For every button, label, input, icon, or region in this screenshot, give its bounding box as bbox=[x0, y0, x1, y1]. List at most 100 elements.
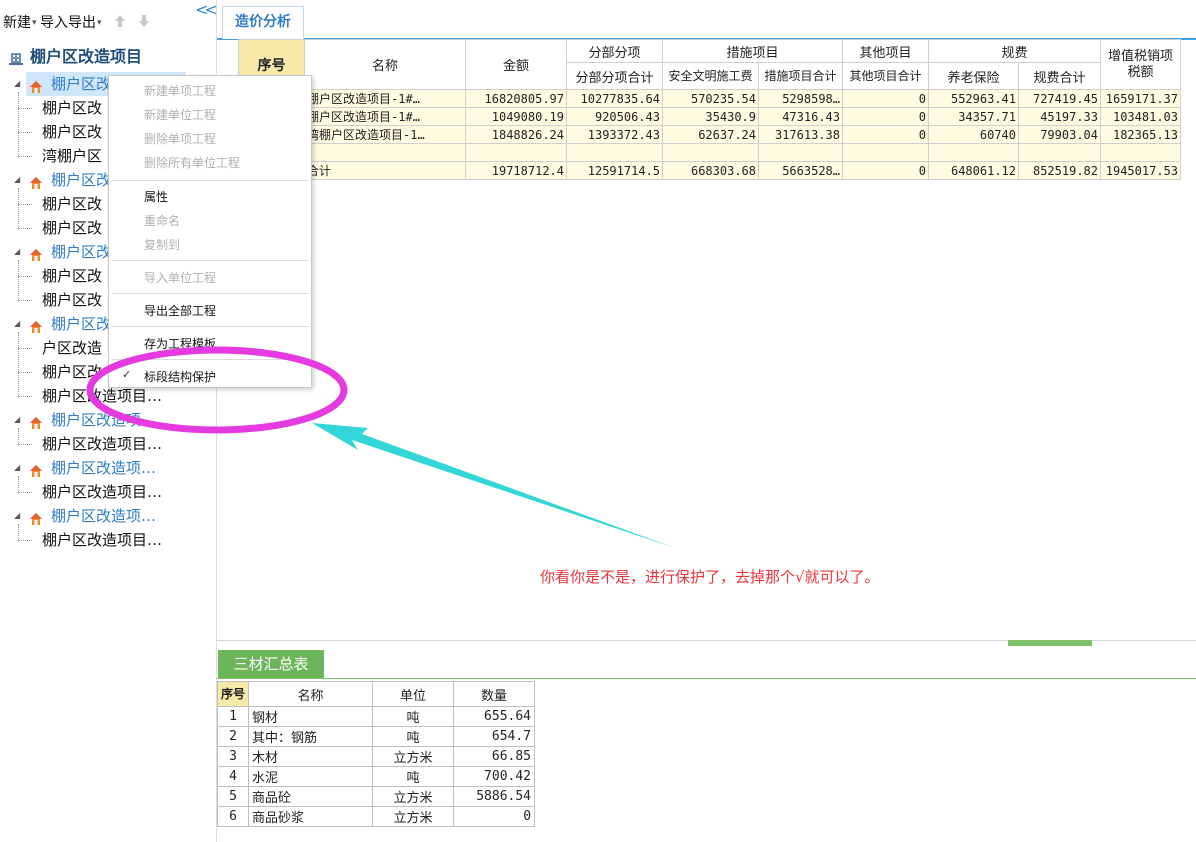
table-row[interactable]: 合计 19718712.4 12591714.5 668303.68 5663528… 0… bbox=[238, 161, 1181, 180]
table-cell-unit[interactable]: 立方米 bbox=[372, 746, 455, 767]
table-cell-other-total[interactable]: 0 bbox=[842, 107, 929, 126]
table-cell-unit[interactable]: 吨 bbox=[372, 706, 455, 727]
table-cell-qty[interactable]: 5886.54 bbox=[453, 786, 536, 807]
table-cell-name[interactable]: 水泥 bbox=[248, 766, 374, 787]
table-cell-unit[interactable]: 吨 bbox=[372, 766, 455, 787]
table-cell-unit[interactable]: 吨 bbox=[372, 726, 455, 747]
col-header-other-total[interactable]: 其他项目合计 bbox=[842, 62, 929, 90]
menu-item-delete-all-unit-projects[interactable]: 删除所有单位工程 bbox=[144, 154, 240, 171]
table-cell-unit[interactable]: 立方米 bbox=[372, 786, 455, 807]
menu-item-save-as-template[interactable]: 存为工程模板 bbox=[144, 335, 216, 352]
table-row[interactable]: 5 商品砼 立方米 5886.54 bbox=[216, 786, 536, 807]
mat-header-qty[interactable]: 数量 bbox=[453, 681, 536, 707]
table-cell-safety[interactable]: 35430.9 bbox=[662, 107, 759, 126]
table-cell-safety[interactable]: 668303.68 bbox=[662, 161, 759, 180]
table-cell-vat[interactable] bbox=[1100, 143, 1181, 162]
table-cell-fees-total[interactable] bbox=[1018, 143, 1101, 162]
table-cell-amount[interactable]: 1848826.24 bbox=[465, 125, 567, 144]
table-cell-unit[interactable]: 立方米 bbox=[372, 806, 455, 827]
col-header-sub-total[interactable]: 分部分项合计 bbox=[566, 62, 663, 90]
table-cell-fees-total[interactable]: 79903.04 bbox=[1018, 125, 1101, 144]
table-row[interactable]: 2 其中：钢筋吨 654.7 bbox=[216, 726, 536, 747]
table-row[interactable]: 棚户区改造项目-1#… 16820805.97 10277835.64 570235.… bbox=[238, 89, 1181, 108]
table-cell-name[interactable]: 棚户区改造项目-1#… bbox=[304, 107, 466, 126]
table-cell-name[interactable]: 其中：钢筋 bbox=[248, 726, 374, 747]
table-cell-qty[interactable]: 700.42 bbox=[453, 766, 536, 787]
table-cell-vat[interactable]: 1945017.53 bbox=[1100, 161, 1181, 180]
splitter-grip[interactable] bbox=[1008, 640, 1092, 646]
table-cell-name[interactable]: 湾棚户区改造项目-1… bbox=[304, 125, 466, 144]
table-cell-name[interactable]: 棚户区改造项目-1#… bbox=[304, 89, 466, 108]
table-cell-seq[interactable]: 1 bbox=[216, 706, 250, 727]
table-cell-fees-total[interactable]: 727419.45 bbox=[1018, 89, 1101, 108]
col-header-vat[interactable]: 增值税销项税额 bbox=[1100, 39, 1181, 90]
menu-item-new-single-project[interactable]: 新建单项工程 bbox=[144, 82, 216, 99]
table-cell-sub-total[interactable]: 1393372.43 bbox=[566, 125, 663, 144]
tree-node[interactable]: ◢ 棚户区改造项… bbox=[0, 504, 216, 528]
table-row[interactable]: 4 水泥吨 700.42 bbox=[216, 766, 536, 787]
table-cell-pension[interactable]: 34357.71 bbox=[928, 107, 1019, 126]
tree-leaf[interactable]: 棚户区改造项目… bbox=[0, 432, 216, 456]
table-cell-fees-total[interactable]: 45197.33 bbox=[1018, 107, 1101, 126]
tab-cost-analysis[interactable]: 造价分析 bbox=[222, 6, 304, 39]
table-cell-sub-total[interactable] bbox=[566, 143, 663, 162]
menu-item-copy-to[interactable]: 复制到 bbox=[144, 236, 180, 253]
tree-node[interactable]: ◢ 棚户区改造项… bbox=[0, 408, 216, 432]
table-cell-name[interactable]: 商品砼 bbox=[248, 786, 374, 807]
table-row[interactable] bbox=[238, 143, 1181, 162]
table-cell-other-total[interactable] bbox=[842, 143, 929, 162]
menu-item-rename[interactable]: 重命名 bbox=[144, 212, 180, 229]
col-header-name[interactable]: 名称 bbox=[304, 39, 466, 90]
table-cell-pension[interactable]: 552963.41 bbox=[928, 89, 1019, 108]
table-cell-qty[interactable]: 654.7 bbox=[453, 726, 536, 747]
col-header-fees-total[interactable]: 规费合计 bbox=[1018, 62, 1101, 90]
tree-leaf[interactable]: 棚户区改造项目… bbox=[0, 528, 216, 552]
tree-leaf[interactable]: 棚户区改造项目… bbox=[0, 480, 216, 504]
table-cell-seq[interactable]: 2 bbox=[216, 726, 250, 747]
table-row[interactable]: 棚户区改造项目-1#… 1049080.19 920506.43 35430.9 473… bbox=[238, 107, 1181, 126]
tree-root[interactable]: 棚户区改造项目 bbox=[0, 45, 216, 69]
tab-materials-summary[interactable]: 三材汇总表 bbox=[218, 650, 324, 679]
table-cell-sub-total[interactable]: 920506.43 bbox=[566, 107, 663, 126]
table-cell-vat[interactable]: 1659171.37 bbox=[1100, 89, 1181, 108]
table-cell-qty[interactable]: 66.85 bbox=[453, 746, 536, 767]
col-header-pension[interactable]: 养老保险 bbox=[928, 62, 1019, 90]
table-cell-seq[interactable]: 6 bbox=[216, 806, 250, 827]
table-cell-pension[interactable]: 60740 bbox=[928, 125, 1019, 144]
mat-header-seq[interactable]: 序号 bbox=[216, 681, 250, 707]
table-cell-name[interactable] bbox=[304, 143, 466, 162]
table-cell-seq[interactable]: 4 bbox=[216, 766, 250, 787]
table-cell-pension[interactable] bbox=[928, 143, 1019, 162]
table-row[interactable]: 6 商品砂浆 立方米 0 bbox=[216, 806, 536, 827]
table-cell-vat[interactable]: 103481.03 bbox=[1100, 107, 1181, 126]
table-cell-vat[interactable]: 182365.13 bbox=[1100, 125, 1181, 144]
table-row[interactable]: 3 木材 立方米 66.85 bbox=[216, 746, 536, 767]
table-cell-safety[interactable]: 62637.24 bbox=[662, 125, 759, 144]
table-cell-sub-total[interactable]: 12591714.5 bbox=[566, 161, 663, 180]
mat-header-name[interactable]: 名称 bbox=[248, 681, 374, 707]
table-cell-measures-total[interactable]: 5663528… bbox=[758, 161, 843, 180]
table-cell-measures-total[interactable]: 5298598… bbox=[758, 89, 843, 108]
table-cell-name[interactable]: 钢材 bbox=[248, 706, 374, 727]
menu-item-properties[interactable]: 属性 bbox=[144, 188, 168, 205]
table-cell-amount[interactable]: 16820805.97 bbox=[465, 89, 567, 108]
table-cell-measures-total[interactable] bbox=[758, 143, 843, 162]
menu-item-delete-single-project[interactable]: 删除单项工程 bbox=[144, 130, 216, 147]
table-cell-qty[interactable]: 655.64 bbox=[453, 706, 536, 727]
col-header-safety-fee[interactable]: 安全文明施工费 bbox=[662, 62, 759, 90]
table-cell-safety[interactable]: 570235.54 bbox=[662, 89, 759, 108]
table-cell-measures-total[interactable]: 47316.43 bbox=[758, 107, 843, 126]
table-cell-amount[interactable]: 19718712.4 bbox=[465, 161, 567, 180]
col-header-measures-total[interactable]: 措施项目合计 bbox=[758, 62, 843, 90]
table-cell-seq[interactable]: 5 bbox=[216, 786, 250, 807]
table-cell-other-total[interactable]: 0 bbox=[842, 89, 929, 108]
menu-item-section-structure-protection[interactable]: 标段结构保护 bbox=[144, 368, 216, 385]
menu-item-new-unit-project[interactable]: 新建单位工程 bbox=[144, 106, 216, 123]
table-cell-name[interactable]: 商品砂浆 bbox=[248, 806, 374, 827]
table-cell-seq[interactable]: 3 bbox=[216, 746, 250, 767]
table-cell-measures-total[interactable]: 317613.38 bbox=[758, 125, 843, 144]
table-cell-qty[interactable]: 0 bbox=[453, 806, 536, 827]
table-cell-other-total[interactable]: 0 bbox=[842, 161, 929, 180]
table-cell-fees-total[interactable]: 852519.82 bbox=[1018, 161, 1101, 180]
menu-item-import-unit-project[interactable]: 导入单位工程 bbox=[144, 269, 216, 286]
